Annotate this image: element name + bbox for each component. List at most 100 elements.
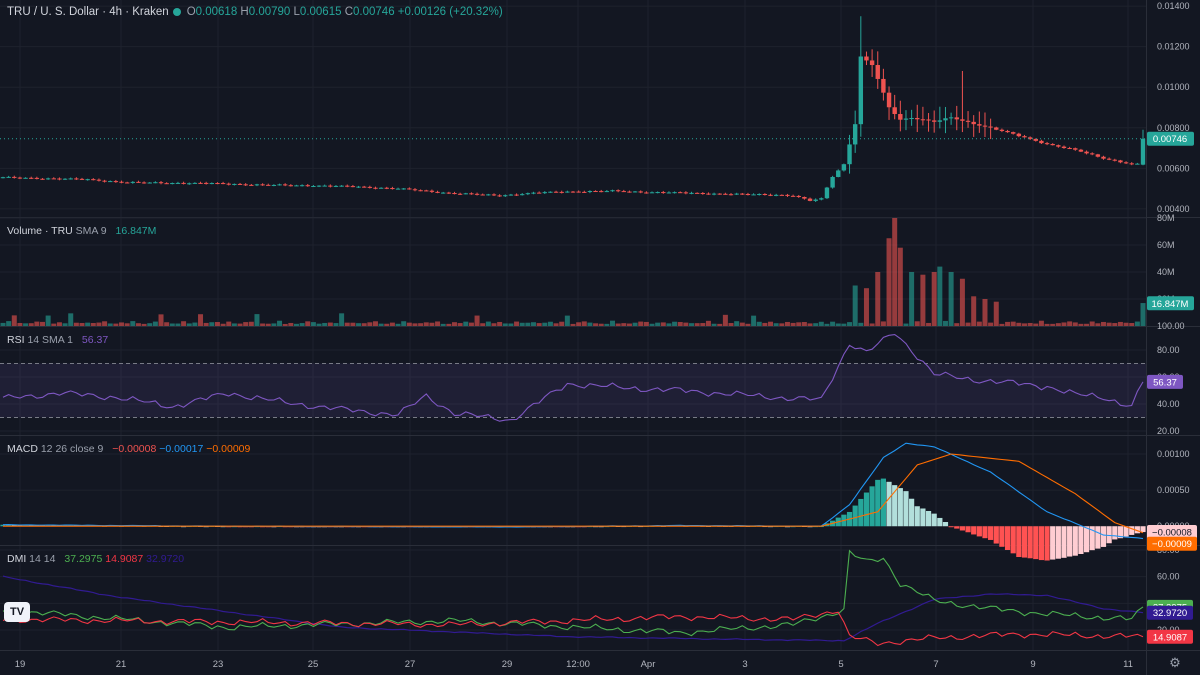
candle-body	[790, 195, 796, 197]
candle-body	[1106, 158, 1112, 160]
candle-body	[548, 191, 553, 193]
symbol-title[interactable]: TRU / U. S. Dollar · 4h · Kraken	[7, 6, 169, 18]
volume-bar	[1112, 323, 1118, 326]
volume-bar	[1067, 321, 1073, 326]
candle-body	[130, 181, 136, 183]
candle-body	[1112, 159, 1117, 161]
candle-body	[915, 118, 920, 120]
candle-body	[689, 192, 694, 194]
candle-body	[141, 182, 147, 184]
chart-canvas[interactable]: 0.014000.012000.010000.008000.006000.004…	[0, 0, 1200, 675]
candle-body	[593, 191, 598, 193]
volume-bar	[124, 323, 130, 326]
tradingview-logo-icon[interactable]: TV	[4, 602, 30, 622]
volume-bar	[858, 322, 864, 326]
volume-bar	[751, 315, 757, 326]
candle-body	[852, 124, 858, 145]
volume-bar	[305, 321, 311, 326]
volume-bar	[440, 323, 446, 326]
dmi-label[interactable]: DMI	[7, 553, 26, 565]
volume-bar	[418, 323, 424, 326]
volume-bar	[491, 323, 497, 326]
volume-bar	[265, 323, 271, 326]
volume-bar	[914, 321, 920, 326]
volume-bar	[643, 321, 649, 326]
candle-body	[260, 184, 265, 186]
macd-histogram-bar	[903, 491, 909, 527]
time-axis-label: 29	[502, 659, 513, 670]
candle-body	[1050, 144, 1055, 146]
volume-bar	[711, 323, 717, 326]
volume-bar	[559, 321, 565, 326]
volume-bar	[615, 323, 621, 326]
candle-body	[187, 183, 192, 185]
macd-tick-label: 0.00050	[1157, 485, 1190, 495]
candle-body	[604, 191, 610, 193]
candle-body	[757, 193, 762, 195]
time-axis-label: 11	[1123, 659, 1133, 670]
macd-histogram-bar	[937, 517, 943, 527]
candle-body	[1061, 146, 1067, 149]
volume-bar	[288, 322, 294, 326]
volume-bar	[689, 323, 695, 326]
macd-histogram-bar	[988, 526, 994, 540]
candle-body	[785, 194, 790, 196]
volume-bar	[73, 322, 79, 326]
volume-bar	[519, 322, 525, 326]
candle-body	[762, 193, 768, 195]
gear-icon[interactable]: ⚙	[1168, 656, 1182, 670]
candle-body	[384, 187, 389, 189]
volume-bar	[282, 323, 288, 326]
volume-bar	[999, 323, 1005, 326]
volume-bar	[604, 323, 610, 326]
high-value: 0.00790	[248, 6, 291, 18]
candle-body	[920, 119, 926, 121]
macd-tick-label: 0.00100	[1157, 449, 1190, 459]
macd-histogram-bar	[1044, 526, 1050, 561]
candle-body	[0, 177, 6, 179]
candle-body	[79, 178, 85, 180]
macd-histogram-bar	[863, 492, 870, 527]
time-axis-label: 21	[116, 659, 127, 670]
macd-histogram-bar	[886, 481, 892, 527]
volume-bar	[593, 323, 599, 326]
candle-body	[271, 184, 277, 186]
time-axis-label: 27	[405, 659, 416, 670]
volume-bar	[875, 272, 881, 326]
volume-bar	[1078, 323, 1084, 326]
price-tick-label: 0.01000	[1157, 82, 1190, 92]
volume-bar	[542, 322, 548, 326]
candle-body	[486, 194, 491, 196]
volume-bar	[779, 323, 785, 326]
macd-histogram-bar	[897, 488, 903, 527]
time-axis-label: 7	[933, 659, 938, 670]
rsi-label[interactable]: RSI	[7, 334, 25, 346]
macd-label[interactable]: MACD	[7, 443, 38, 455]
open-value: 0.00618	[195, 6, 238, 18]
volume-bar	[356, 323, 362, 326]
candle-body	[1140, 138, 1146, 165]
macd-histogram-bar	[852, 505, 858, 527]
macd-signal-line	[3, 453, 1144, 534]
volume-bar	[988, 322, 994, 326]
volume-bar	[1123, 322, 1129, 326]
candle-body	[266, 184, 271, 186]
candle-body	[954, 117, 959, 120]
volume-bar	[976, 321, 982, 326]
volume-label[interactable]: Volume · TRU	[7, 225, 73, 237]
rsi-last-label: 56.37	[1153, 377, 1177, 388]
candle-body	[164, 183, 169, 185]
volume-bar	[1038, 320, 1044, 326]
candle-body	[237, 183, 243, 185]
candle-body	[153, 182, 158, 184]
adx-value: 32.9720	[146, 553, 185, 565]
macd-histogram-bar	[948, 526, 954, 528]
candle-body	[457, 193, 463, 195]
macd-histogram-bar	[1140, 526, 1146, 533]
candle-body	[830, 176, 835, 188]
candle-body	[220, 183, 226, 185]
volume-bar	[655, 322, 661, 326]
candle-body	[446, 192, 452, 194]
volume-bar	[181, 321, 187, 326]
macd-histogram-bar	[999, 526, 1005, 547]
